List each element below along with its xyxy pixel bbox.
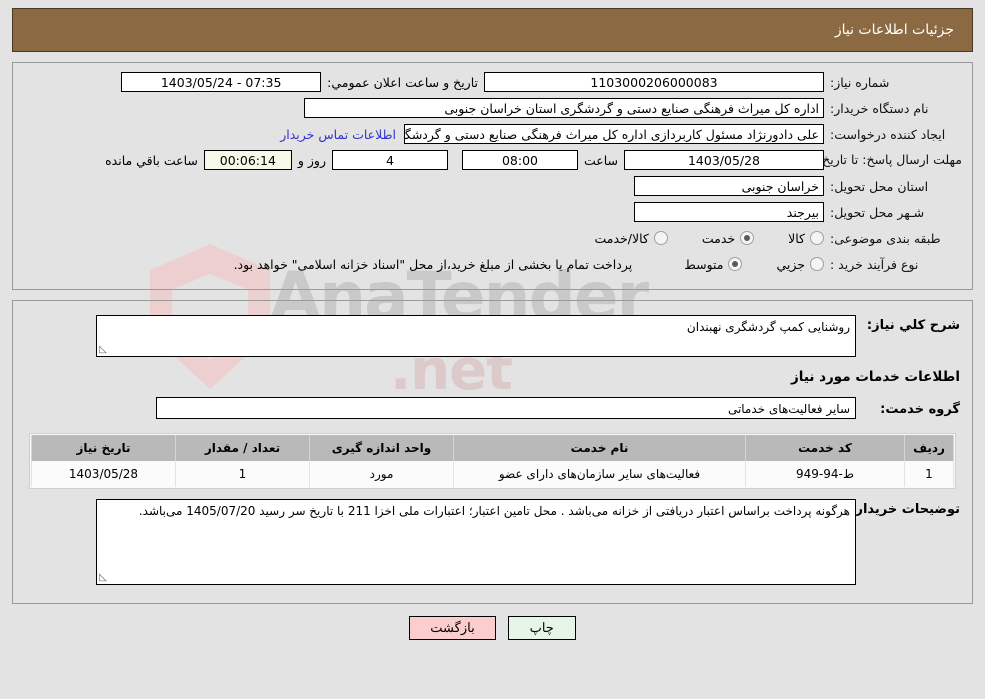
col-header-quantity: تعداد / مقدار [175, 435, 310, 461]
countdown-timer: 00:06:14 [203, 150, 292, 170]
delivery-province-label: استان محل تحویل: [830, 178, 929, 194]
radio-category-goods[interactable]: کالا [788, 231, 824, 246]
row-delivery-city: شـهر محل تحویل: بیرجند [23, 201, 962, 223]
radio-button-selected-icon[interactable] [728, 257, 743, 271]
deadline-hour-label: ساعت [583, 152, 618, 168]
radio-button-icon[interactable] [810, 257, 824, 271]
cell-service-code: ط-94-949 [745, 461, 905, 487]
public-announce-value: 07:35 - 1403/05/24 [121, 72, 322, 92]
creator-label: ایجاد کننده درخواست: [830, 126, 946, 142]
radio-category-service[interactable]: خدمت [701, 230, 755, 246]
buyer-org-label: نام دستگاه خریدار: [830, 100, 929, 116]
cell-index: 1 [904, 461, 954, 487]
page-title-bar: جزئیات اطلاعات نیاز [12, 8, 973, 52]
footer-actions: چاپ بازگشت [0, 616, 985, 640]
radio-process-minor-label: جزیي [776, 256, 805, 272]
table-row: 1 ط-94-949 فعالیت‌های سایر سازمان‌های دا… [31, 461, 954, 487]
delivery-province-value: خراسان جنوبی [634, 176, 824, 196]
remaining-days-label: روز و [297, 152, 326, 168]
back-button[interactable]: بازگشت [409, 616, 496, 640]
service-items-table-wrap: ردیف کد خدمت نام خدمت واحد اندازه گیری ت… [29, 433, 956, 489]
purchase-process-radio-group: جزیي متوسط [654, 257, 824, 272]
general-description-value: روشنایی کمپ گردشگری نهبندان [686, 320, 850, 334]
cell-need-date: 1403/05/28 [31, 461, 176, 487]
service-group-value: سایر فعالیت‌های خدماتی [156, 397, 856, 419]
services-section-heading: اطلاعات خدمات مورد نیاز [790, 369, 960, 385]
radio-category-service-label: خدمت [701, 230, 736, 246]
buyer-notes-textarea[interactable]: هرگونه پرداخت براساس اعتبار دریافتی از خ… [96, 499, 856, 585]
col-header-code: کد خدمت [745, 435, 905, 461]
col-header-name: نام خدمت [453, 435, 746, 461]
service-group-label: گروه خدمت: [880, 402, 960, 417]
page-root: جزئیات اطلاعات نیاز شماره نیاز: 11030002… [0, 8, 985, 640]
row-service-group: گروه خدمت: سایر فعالیت‌های خدماتی [23, 397, 962, 419]
subject-category-label: طبقه بندی موضوعی: [830, 230, 941, 246]
cell-service-name: فعالیت‌های سایر سازمان‌های دارای عضو [453, 461, 746, 487]
remaining-hours-label: ساعت باقي مانده [105, 152, 198, 168]
col-header-unit: واحد اندازه گیری [309, 435, 454, 461]
general-description-label: شرح کلي نیاز: [866, 318, 960, 333]
radio-process-medium[interactable]: متوسط [684, 256, 743, 272]
buyer-notes-value: هرگونه پرداخت براساس اعتبار دریافتی از خ… [138, 504, 850, 518]
radio-button-icon[interactable] [810, 231, 824, 245]
need-number-value: 1103000206000083 [484, 72, 824, 92]
need-details-panel: شرح کلي نیاز: روشنایی کمپ گردشگری نهبندا… [12, 300, 973, 604]
row-delivery-province: استان محل تحویل: خراسان جنوبی [23, 175, 962, 197]
need-summary-panel: شماره نیاز: 1103000206000083 تاریخ و ساع… [12, 62, 973, 290]
row-request-creator: ایجاد کننده درخواست: علی دادورنژاد مسئول… [23, 123, 962, 145]
row-subject-category: طبقه بندی موضوعی: کالا خدمت کالا/خدمت [23, 227, 962, 249]
table-header-row: ردیف کد خدمت نام خدمت واحد اندازه گیری ت… [31, 435, 954, 461]
service-items-table: ردیف کد خدمت نام خدمت واحد اندازه گیری ت… [31, 435, 954, 487]
radio-category-goods-service[interactable]: کالا/خدمت [594, 230, 668, 246]
delivery-city-value: بیرجند [634, 202, 824, 222]
buyer-contact-link[interactable]: اطلاعات تماس خریدار [280, 127, 404, 142]
resize-grip-icon[interactable]: ◿ [99, 572, 109, 583]
radio-category-goods-service-label: کالا/خدمت [594, 230, 649, 246]
row-buyer-org: نام دستگاه خریدار: اداره کل میراث فرهنگی… [23, 97, 962, 119]
radio-process-medium-label: متوسط [684, 256, 724, 272]
radio-category-goods-label: کالا [788, 230, 805, 246]
radio-button-icon[interactable] [653, 231, 668, 245]
row-purchase-process: نوع فرآیند خرید : جزیي متوسط پرداخت تمام… [23, 253, 962, 275]
cell-unit: مورد [309, 461, 454, 487]
deadline-time-value: 08:00 [461, 150, 578, 170]
cell-quantity: 1 [175, 461, 310, 487]
row-general-description: شرح کلي نیاز: روشنایی کمپ گردشگری نهبندا… [23, 315, 962, 357]
radio-process-minor[interactable]: جزیي [776, 257, 824, 272]
buyer-org-value: اداره کل میراث فرهنگی صنایع دستی و گردشگ… [304, 98, 824, 118]
deadline-date-value: 1403/05/28 [624, 150, 824, 170]
buyer-notes-label: توضیحات خریدار: [850, 502, 960, 517]
print-button[interactable]: چاپ [507, 616, 576, 640]
need-number-label: شماره نیاز: [830, 74, 890, 90]
subject-category-radio-group: کالا خدمت کالا/خدمت [564, 231, 824, 246]
delivery-city-label: شـهر محل تحویل: [830, 204, 925, 220]
radio-button-selected-icon[interactable] [740, 231, 755, 245]
page-title: جزئیات اطلاعات نیاز [834, 22, 954, 38]
row-need-number: شماره نیاز: 1103000206000083 تاریخ و ساع… [23, 71, 962, 93]
deadline-label: مهلت ارسال پاسخ: تا تاریخ: [817, 152, 962, 167]
col-header-index: ردیف [904, 435, 954, 461]
resize-grip-icon[interactable]: ◿ [99, 344, 109, 355]
row-buyer-notes: توضیحات خریدار: هرگونه پرداخت براساس اعت… [23, 499, 962, 585]
remaining-days-value: 4 [331, 150, 448, 170]
purchase-process-label: نوع فرآیند خرید : [830, 256, 919, 272]
row-deadline: مهلت ارسال پاسخ: تا تاریخ: 1403/05/28 سا… [23, 149, 962, 171]
col-header-date: تاریخ نیاز [31, 435, 176, 461]
general-description-textarea[interactable]: روشنایی کمپ گردشگری نهبندان ◿ [96, 315, 856, 357]
creator-value: علی دادورنژاد مسئول کاربردازی اداره کل م… [404, 124, 824, 144]
treasury-bond-note: پرداخت تمام یا بخشی از مبلغ خرید،از محل … [233, 256, 633, 272]
public-announce-label: تاریخ و ساعت اعلان عمومي: [327, 74, 478, 90]
